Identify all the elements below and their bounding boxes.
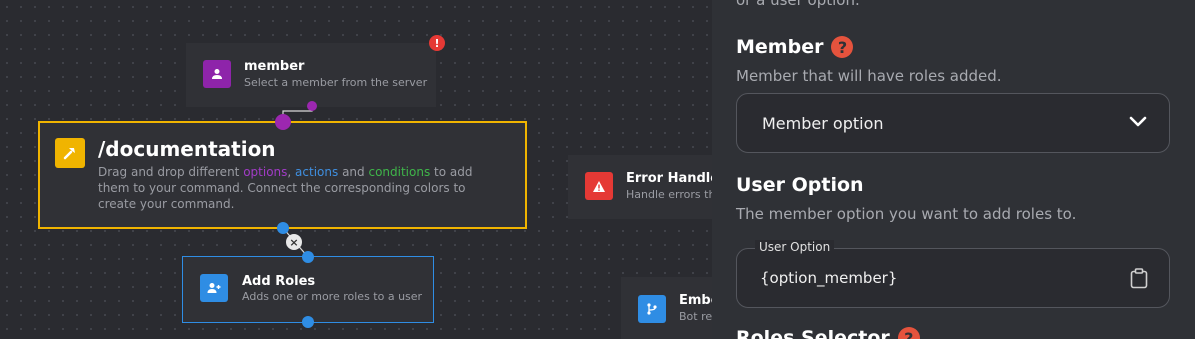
- add-roles-node[interactable]: Add Roles Adds one or more roles to a us…: [182, 256, 434, 323]
- conditions-word: conditions: [368, 165, 431, 179]
- error-node-title: Error Handler: [626, 171, 712, 186]
- command-output-handle[interactable]: [277, 222, 289, 234]
- error-handler-node[interactable]: Error Handler Handle errors th: [568, 155, 712, 219]
- error-node-subtitle: Handle errors th: [626, 188, 712, 201]
- user-option-value: {option_member}: [760, 269, 898, 287]
- user-option-description: The member option you want to add roles …: [736, 205, 1077, 223]
- delete-connection-button[interactable]: ×: [286, 234, 302, 250]
- branch-icon: [638, 295, 666, 323]
- member-option-node[interactable]: member Select a member from the server: [186, 43, 436, 107]
- embed-node[interactable]: Embe Bot re: [621, 277, 712, 339]
- panel-top-partial-text: or a user option.: [736, 0, 860, 9]
- user-icon: [203, 60, 231, 88]
- user-option-label: User Option: [736, 174, 864, 196]
- roles-selector-help-icon[interactable]: ?: [897, 327, 920, 339]
- builder-canvas[interactable]: member Select a member from the server !…: [0, 0, 712, 339]
- options-word: options: [243, 165, 288, 179]
- hammer-icon: [55, 138, 85, 168]
- add-roles-subtitle: Adds one or more roles to a user: [242, 290, 423, 303]
- exclamation-icon: !: [429, 35, 445, 51]
- user-option-field[interactable]: User Option {option_member}: [736, 240, 1170, 308]
- embed-node-title: Embe: [679, 293, 712, 308]
- member-output-handle[interactable]: [307, 101, 317, 111]
- user-plus-icon: [200, 274, 228, 302]
- member-description: Member that will have roles added.: [736, 67, 1002, 85]
- clipboard-icon[interactable]: [1130, 268, 1148, 289]
- member-node-title: member: [244, 59, 305, 74]
- member-help-icon[interactable]: ?: [831, 36, 854, 58]
- embed-node-subtitle: Bot re: [679, 310, 712, 323]
- command-node[interactable]: /documentation Drag and drop different o…: [38, 121, 527, 229]
- add-roles-input-handle[interactable]: [302, 251, 314, 263]
- command-node-description: Drag and drop different options, actions…: [98, 165, 473, 211]
- user-option-field-label: User Option: [755, 240, 835, 254]
- member-node-subtitle: Select a member from the server: [244, 76, 428, 89]
- member-label: Member ?: [736, 36, 854, 58]
- add-roles-title: Add Roles: [242, 274, 316, 289]
- member-select[interactable]: Member option: [736, 93, 1170, 153]
- add-roles-output-handle[interactable]: [302, 316, 314, 328]
- settings-panel: or a user option. Member ? Member that w…: [712, 0, 1195, 339]
- warning-icon: [585, 172, 613, 200]
- member-select-value: Member option: [762, 114, 884, 133]
- roles-selector-label: Roles Selector ?: [736, 327, 920, 339]
- command-input-handle[interactable]: [275, 114, 291, 130]
- chevron-down-icon: [1129, 116, 1147, 127]
- actions-word: actions: [295, 165, 339, 179]
- command-node-title: /documentation: [98, 137, 276, 161]
